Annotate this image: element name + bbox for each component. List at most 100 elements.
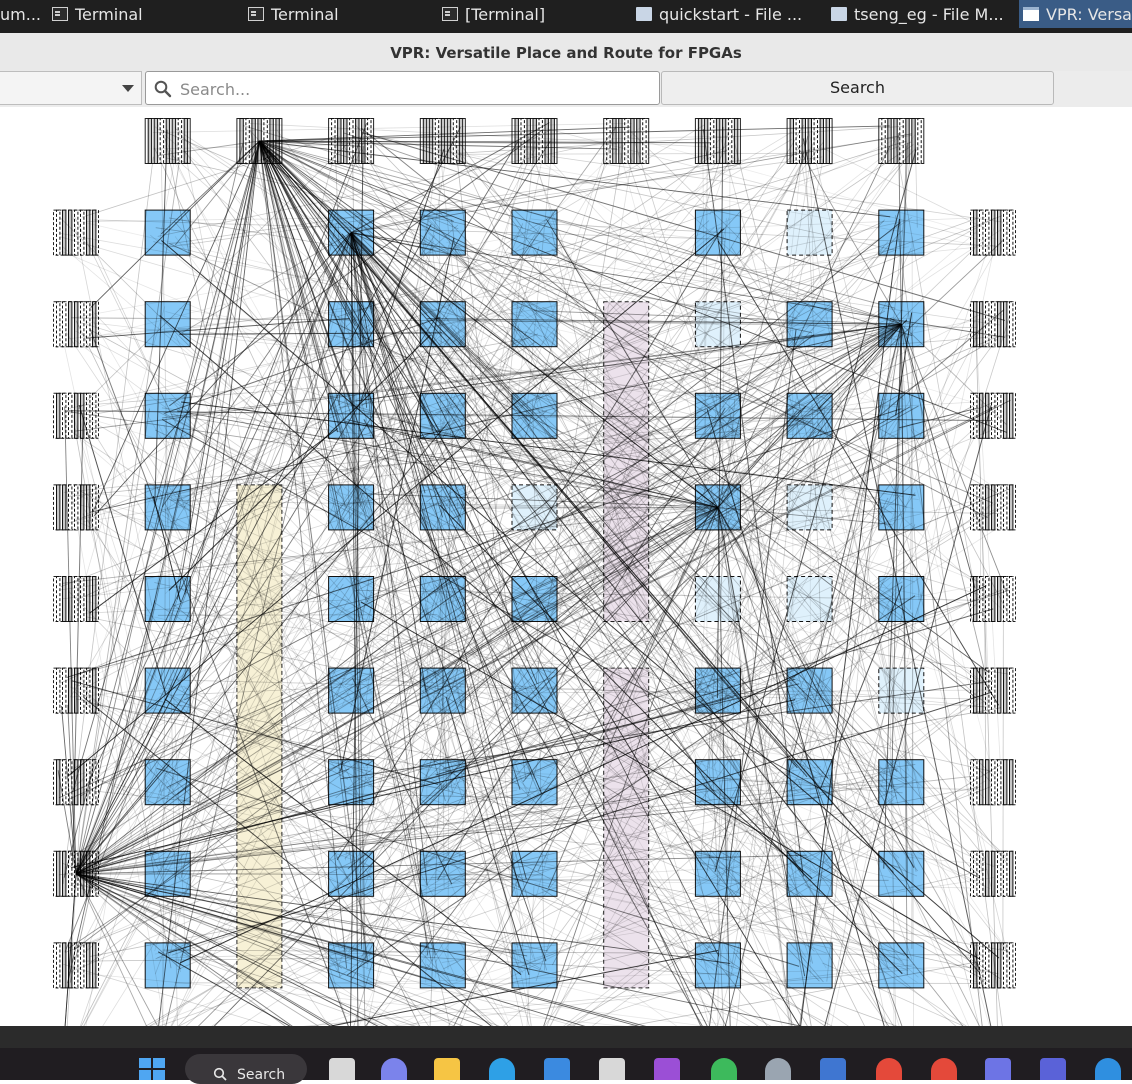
io-pad: [63, 668, 66, 713]
io-block[interactable]: [971, 485, 1016, 530]
io-pad: [57, 485, 60, 530]
io-pad: [57, 943, 60, 988]
file-explorer-icon[interactable]: [434, 1058, 460, 1080]
store-icon[interactable]: [544, 1058, 570, 1080]
io-pad: [63, 302, 66, 347]
teams-work-icon[interactable]: [1040, 1058, 1066, 1080]
io-pad: [1004, 577, 1007, 622]
window-tab[interactable]: tseng_eg - File M...: [827, 0, 1016, 28]
fpga-placement-view[interactable]: [0, 107, 1132, 1026]
dell-icon[interactable]: [599, 1058, 625, 1080]
net-line: [76, 874, 358, 1026]
io-pad: [1010, 851, 1013, 896]
window-tab-label: Terminal: [75, 5, 143, 24]
onenote-icon[interactable]: [654, 1058, 680, 1080]
io-block[interactable]: [54, 210, 99, 255]
search-box[interactable]: [145, 71, 660, 105]
window-tab[interactable]: VPR: Versa: [1019, 0, 1132, 28]
net-line: [173, 324, 901, 606]
io-pad: [986, 210, 989, 255]
teams-icon[interactable]: [985, 1058, 1011, 1080]
net-line: [90, 328, 355, 1026]
io-pad: [81, 302, 84, 347]
search-icon: [154, 80, 172, 98]
io-block[interactable]: [145, 119, 190, 164]
io-pad: [1004, 302, 1007, 347]
vpn-icon[interactable]: [1095, 1058, 1121, 1080]
window-tab-label: um...: [0, 5, 40, 24]
net-line: [182, 233, 351, 333]
window-tab[interactable]: quickstart - File ...: [632, 0, 821, 28]
io-pad: [57, 302, 60, 347]
io-pad: [992, 393, 995, 438]
io-block[interactable]: [971, 760, 1016, 805]
folder-icon: [831, 7, 847, 21]
io-pad: [57, 668, 60, 713]
window-tab[interactable]: Terminal: [244, 0, 433, 28]
remote-desktop-icon[interactable]: [820, 1058, 846, 1080]
chrome-icon[interactable]: [876, 1058, 902, 1080]
window-tab[interactable]: um...: [0, 0, 40, 28]
net-line: [718, 507, 982, 973]
io-pad: [986, 760, 989, 805]
io-pad: [1010, 760, 1013, 805]
io-pad: [992, 760, 995, 805]
windows-start-icon[interactable]: [139, 1058, 165, 1080]
window-title: VPR: Versatile Place and Route for FPGAs: [0, 44, 1132, 62]
io-pad: [429, 119, 432, 164]
window-tab[interactable]: [Terminal]: [438, 0, 627, 28]
chrome-profile-icon[interactable]: [931, 1058, 957, 1080]
settings-icon[interactable]: [765, 1058, 791, 1080]
io-pad: [57, 393, 60, 438]
io-pad: [63, 485, 66, 530]
io-block[interactable]: [420, 119, 465, 164]
io-pad: [796, 119, 799, 164]
window-tab-label: [Terminal]: [465, 5, 545, 24]
window-tab-label: VPR: Versa: [1046, 5, 1132, 24]
search-button[interactable]: Search: [661, 71, 1054, 105]
terminal-icon: [442, 7, 458, 21]
edge-icon[interactable]: [489, 1058, 515, 1080]
io-pad: [148, 119, 151, 164]
io-pad: [1010, 577, 1013, 622]
search-icon: [213, 1067, 227, 1081]
io-pad: [1010, 210, 1013, 255]
io-pad: [1010, 485, 1013, 530]
windows-taskbar: Search: [0, 1048, 1132, 1080]
io-pad: [1010, 302, 1013, 347]
io-pad: [998, 668, 1001, 713]
io-pad: [1010, 668, 1013, 713]
net-line: [169, 335, 430, 590]
io-block[interactable]: [971, 577, 1016, 622]
io-pad: [154, 119, 157, 164]
net-line: [977, 399, 989, 706]
search-type-dropdown[interactable]: [0, 71, 142, 105]
fpga-canvas[interactable]: [0, 107, 1132, 1026]
window-tab[interactable]: Terminal: [48, 0, 237, 28]
io-block[interactable]: [879, 119, 924, 164]
search-input[interactable]: [178, 72, 652, 106]
task-view-icon[interactable]: [329, 1058, 355, 1080]
terminal-icon: [52, 7, 68, 21]
meet-icon[interactable]: [381, 1058, 407, 1080]
io-pad: [998, 485, 1001, 530]
io-pad: [81, 577, 84, 622]
window-title-bar: VPR: Versatile Place and Route for FPGAs: [0, 33, 1132, 72]
folder-icon: [636, 7, 652, 21]
xbox-icon[interactable]: [711, 1058, 737, 1080]
top-taskbar: um... Terminal Terminal [Terminal] quickstar…: [0, 0, 1132, 33]
io-pad: [423, 119, 426, 164]
window-icon: [1023, 7, 1039, 21]
io-pad: [178, 119, 181, 164]
net-line: [336, 602, 714, 971]
window-tab-label: Terminal: [271, 5, 339, 24]
net-line: [541, 889, 793, 1026]
net-line: [520, 983, 702, 1026]
net-line: [1003, 590, 1004, 959]
io-pad: [69, 210, 72, 255]
io-pad: [1004, 668, 1007, 713]
io-block[interactable]: [54, 943, 99, 988]
window-tab-label: tseng_eg - File M...: [854, 5, 1004, 24]
io-pad: [613, 119, 616, 164]
io-pad: [826, 119, 829, 164]
